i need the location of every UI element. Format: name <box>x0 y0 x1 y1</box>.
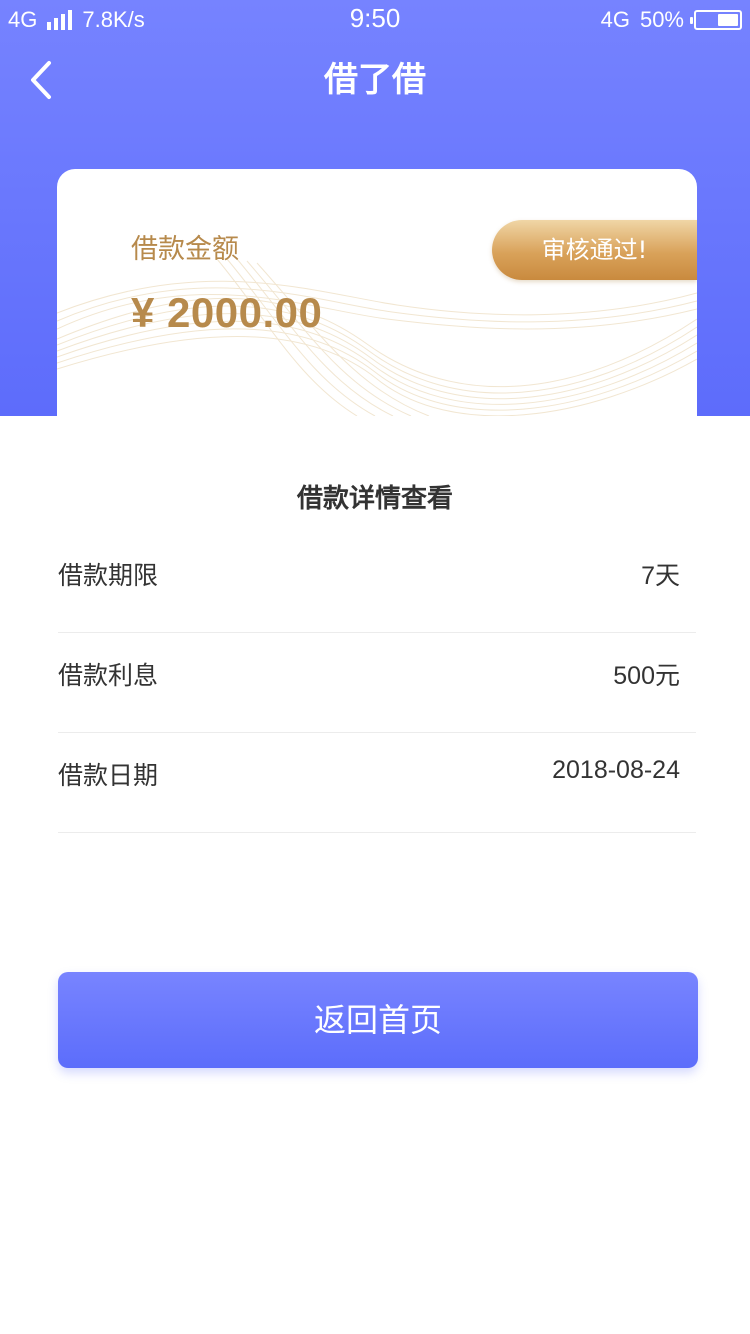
battery-percentage: 50% <box>639 7 684 32</box>
detail-value: 7天 <box>641 562 680 590</box>
detail-row-term: 借款期限 7天 <box>58 533 696 633</box>
network-type-right: 4G <box>600 7 630 32</box>
details-section-title: 借款详情查看 <box>296 484 453 514</box>
detail-label: 借款日期 <box>58 761 159 790</box>
battery-icon <box>690 10 742 30</box>
detail-value: 2018-08-24 <box>552 756 680 784</box>
loan-amount-card: 借款金额 ¥ 2000.00 审核通过! <box>57 169 697 416</box>
detail-row-interest: 借款利息 500元 <box>58 633 696 733</box>
detail-label: 借款期限 <box>58 561 159 590</box>
detail-label: 借款利息 <box>58 661 159 690</box>
return-home-button[interactable]: 返回首页 <box>58 972 698 1068</box>
status-bar: 4G 7.8K/s 9:50 4G 50% <box>0 0 750 40</box>
approval-status-badge: 审核通过! <box>492 220 697 280</box>
detail-row-date: 借款日期 2018-08-24 <box>58 733 696 833</box>
detail-value: 500元 <box>613 662 680 690</box>
page-title: 借了借 <box>324 60 426 100</box>
loan-amount-value: ¥ 2000.00 <box>131 289 323 336</box>
loan-amount-label: 借款金额 <box>131 234 239 265</box>
battery-level <box>718 14 738 26</box>
